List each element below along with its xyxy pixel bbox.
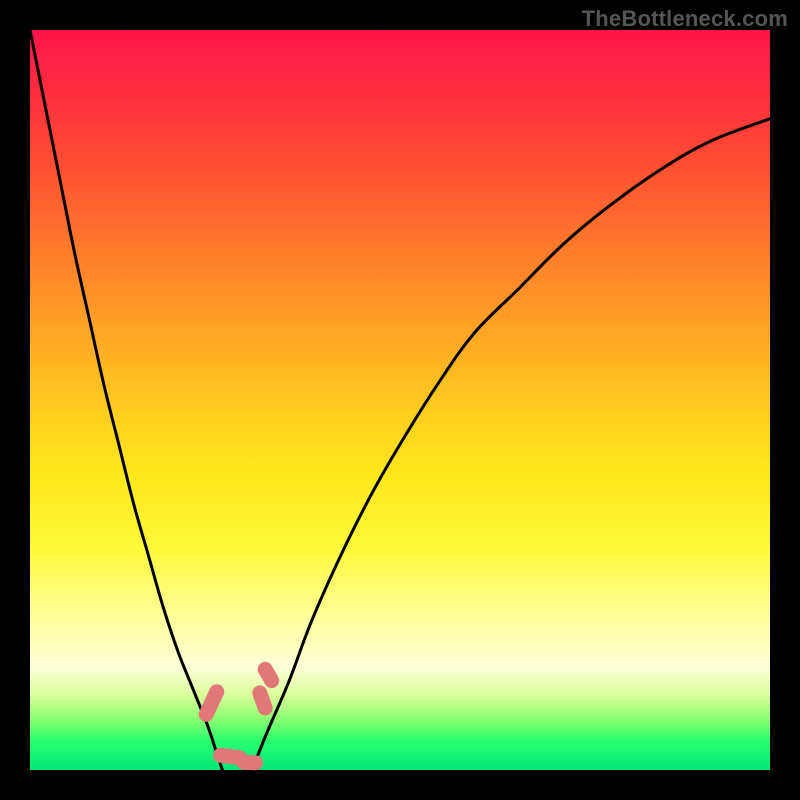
chart-curves-svg	[30, 30, 770, 770]
curve-marker-2	[235, 755, 262, 771]
curve-left-branch	[30, 30, 222, 770]
chart-plot-area	[30, 30, 770, 770]
watermark-text: TheBottleneck.com	[582, 6, 788, 32]
curve-right-branch	[252, 119, 770, 770]
